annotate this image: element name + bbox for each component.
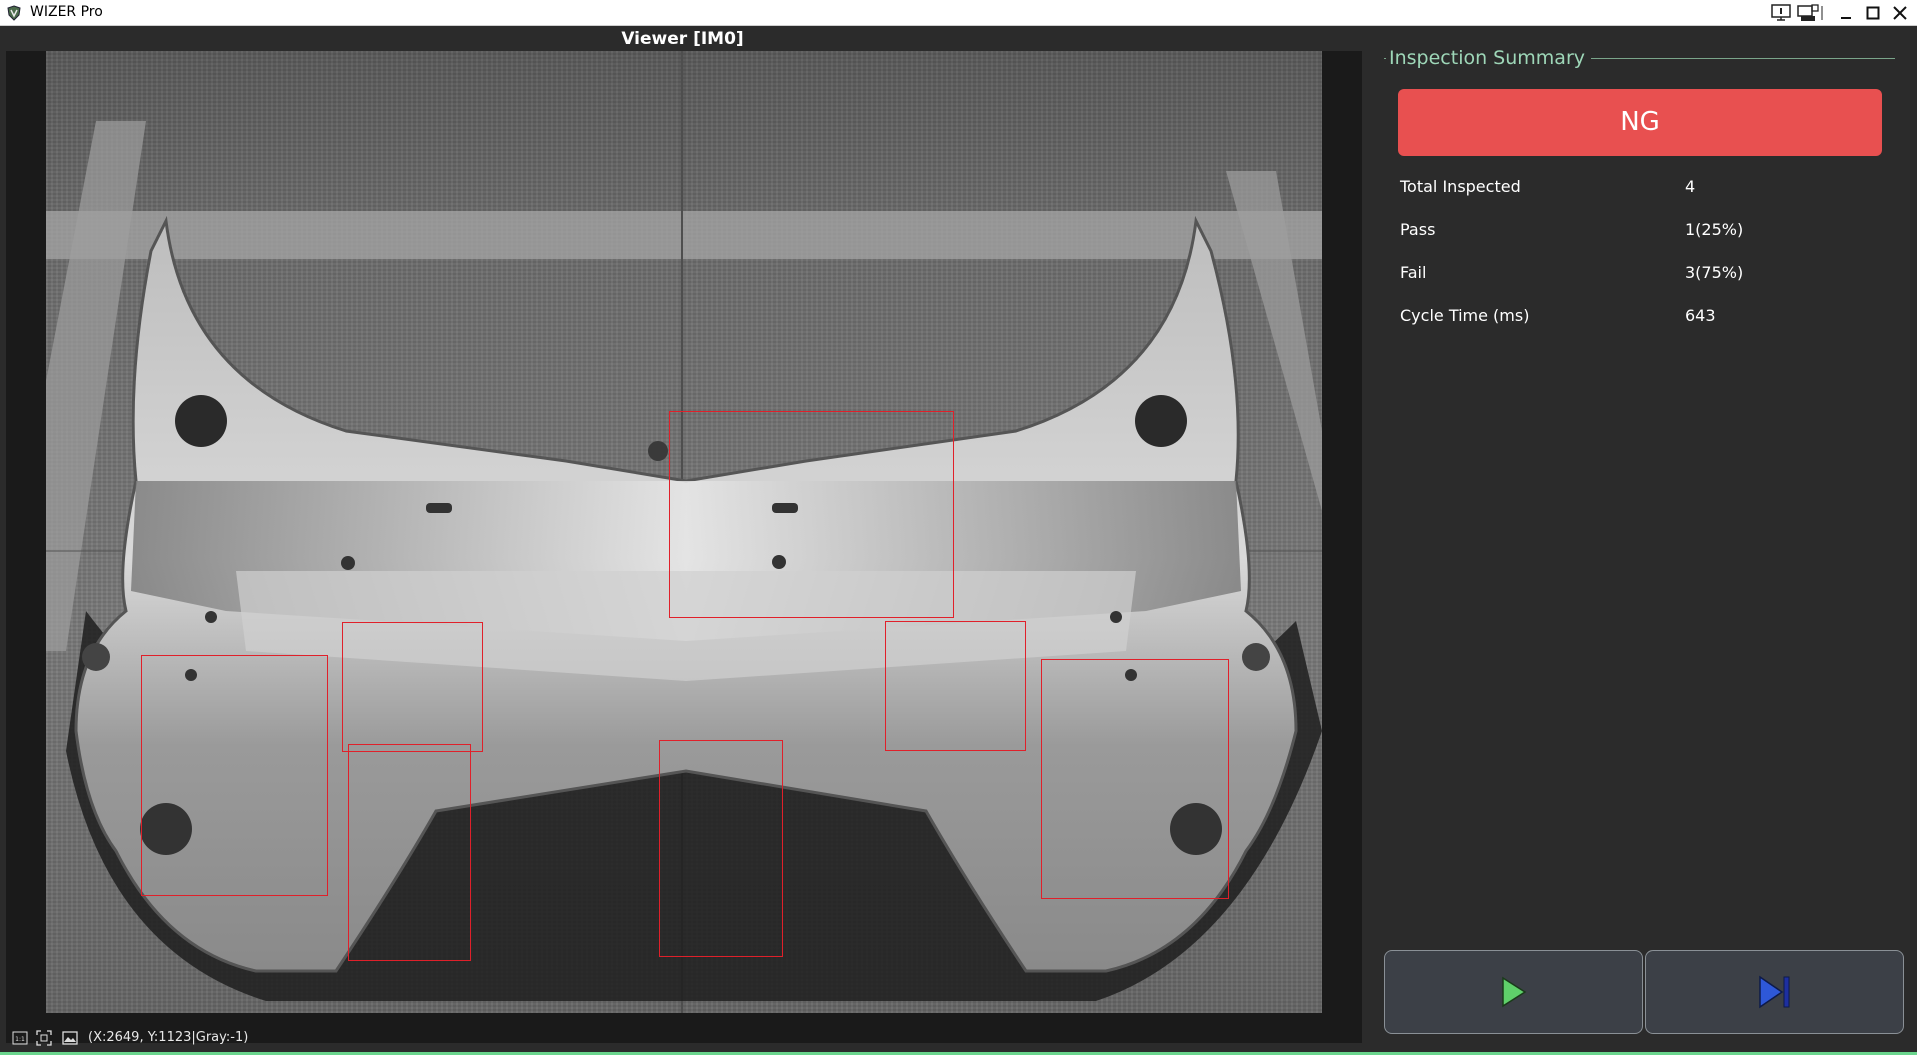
inspection-summary-panel: Inspection Summary NG Total Inspected 4 … bbox=[1380, 26, 1917, 1052]
minimize-icon[interactable] bbox=[1834, 2, 1858, 24]
stat-row-cycle-time: Cycle Time (ms) 643 bbox=[1400, 306, 1880, 328]
stat-label: Cycle Time (ms) bbox=[1400, 306, 1530, 325]
app-title: WIZER Pro bbox=[30, 4, 103, 20]
app-shield-icon bbox=[7, 5, 21, 21]
stat-label: Fail bbox=[1400, 263, 1427, 282]
roi-box[interactable] bbox=[885, 621, 1026, 751]
inspection-image[interactable] bbox=[46, 51, 1322, 1013]
stat-row-total: Total Inspected 4 bbox=[1400, 177, 1880, 199]
step-forward-icon bbox=[1758, 975, 1789, 1009]
roi-box[interactable] bbox=[348, 744, 471, 961]
fit-window-icon[interactable] bbox=[36, 1030, 52, 1046]
monitor-icon[interactable] bbox=[1769, 2, 1793, 24]
titlebar-separator bbox=[1818, 2, 1826, 24]
cursor-readout: (X:2649, Y:1123|Gray:-1) bbox=[88, 1030, 249, 1045]
roi-box[interactable] bbox=[1041, 659, 1229, 899]
stat-row-fail: Fail 3(75%) bbox=[1400, 263, 1880, 285]
stat-row-pass: Pass 1(25%) bbox=[1400, 220, 1880, 242]
stat-value: 1(25%) bbox=[1685, 220, 1744, 239]
stat-value: 4 bbox=[1685, 177, 1696, 196]
stat-value: 643 bbox=[1685, 306, 1716, 325]
close-icon[interactable] bbox=[1888, 2, 1912, 24]
play-icon bbox=[1501, 976, 1526, 1008]
settings-panel-icon[interactable] bbox=[1796, 2, 1820, 24]
fit-1to1-icon[interactable]: 1:1 bbox=[12, 1030, 28, 1046]
roi-box[interactable] bbox=[342, 622, 483, 752]
maximize-icon[interactable] bbox=[1861, 2, 1885, 24]
roi-box[interactable] bbox=[141, 655, 328, 896]
svg-text:1:1: 1:1 bbox=[15, 1036, 25, 1043]
viewer-status-bar: 1:1 (X:2649, Y:1123|Gray:-1) bbox=[0, 1027, 1380, 1049]
stat-label: Total Inspected bbox=[1400, 177, 1521, 196]
viewer-title: Viewer [IM0] bbox=[621, 29, 744, 49]
main-area: Viewer [IM0] 1:1 (X:2649, Y:1123|Gray:-1… bbox=[0, 26, 1917, 1052]
result-indicator: NG bbox=[1398, 89, 1882, 156]
roi-box[interactable] bbox=[669, 411, 954, 618]
title-bar: WIZER Pro bbox=[0, 0, 1917, 26]
step-button[interactable] bbox=[1645, 950, 1904, 1034]
stat-value: 3(75%) bbox=[1685, 263, 1744, 282]
inspection-summary-title: Inspection Summary bbox=[1386, 47, 1591, 69]
image-viewer[interactable] bbox=[6, 51, 1362, 1043]
image-icon[interactable] bbox=[62, 1030, 78, 1046]
stat-label: Pass bbox=[1400, 220, 1436, 239]
roi-box[interactable] bbox=[659, 740, 783, 957]
run-button[interactable] bbox=[1384, 950, 1643, 1034]
